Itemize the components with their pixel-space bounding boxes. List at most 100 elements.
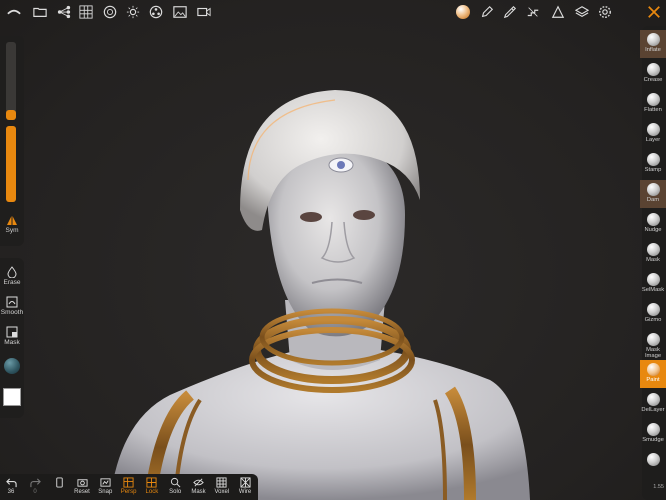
brush-icon	[646, 123, 660, 136]
brush-sliders-panel: Sym	[0, 36, 24, 246]
mask-icon	[6, 326, 18, 338]
radius-slider[interactable]	[6, 42, 16, 120]
tool-label: Gizmo	[644, 317, 662, 323]
tool-extra[interactable]	[640, 450, 666, 478]
brush-icon	[646, 423, 660, 436]
pen-icon[interactable]	[479, 4, 495, 20]
color-swatch[interactable]	[3, 388, 21, 406]
tool-label: DelLayer	[641, 407, 665, 413]
material-icon[interactable]	[148, 4, 164, 20]
bottom-tool-label: Solo	[169, 489, 182, 495]
brush-icon	[646, 183, 660, 196]
tool-dellayer[interactable]: DelLayer	[640, 390, 666, 418]
tool-selmask[interactable]: SelMask	[640, 270, 666, 298]
brush-icon	[646, 243, 660, 256]
mask-button[interactable]: Mask	[0, 326, 24, 346]
voxel-button[interactable]: Voxel	[211, 477, 233, 495]
pipette-icon[interactable]	[502, 4, 518, 20]
tool-gizmo[interactable]: Gizmo	[640, 300, 666, 328]
brush-icon	[646, 153, 660, 166]
tool-label: Mask Image	[644, 347, 662, 359]
tool-label: Nudge	[644, 227, 662, 233]
bottom-tool-label: Snap	[98, 489, 113, 495]
tool-inflate[interactable]: Inflate	[640, 30, 666, 58]
sculpt-tools-panel: Inflate Crease Flatten Layer Stamp Dam Nudge Ma…	[640, 26, 666, 500]
alpha-icon[interactable]	[550, 4, 566, 20]
lock-button[interactable]: Lock	[141, 477, 163, 495]
persp-button[interactable]: Persp	[118, 477, 140, 495]
undo-icon	[5, 478, 17, 488]
smooth-button[interactable]: Smooth	[0, 296, 24, 316]
scene-tree-icon[interactable]	[56, 4, 72, 20]
redo-count: 0	[33, 489, 37, 495]
reset-button[interactable]: Reset	[71, 477, 93, 495]
tool-label: Smudge	[642, 437, 664, 443]
symmetry-button[interactable]: Sym	[0, 214, 24, 234]
material-swatch[interactable]	[4, 358, 20, 374]
brush-icon	[646, 63, 660, 76]
symmetry-icon	[7, 215, 17, 225]
redo-button[interactable]: 0	[24, 477, 46, 495]
logo-icon[interactable]	[6, 4, 22, 20]
right-eye	[353, 210, 375, 220]
video-icon[interactable]	[196, 4, 212, 20]
erase-label: Erase	[3, 279, 21, 286]
erase-button[interactable]: Erase	[0, 266, 24, 286]
tool-crease[interactable]: Crease	[640, 60, 666, 88]
snap-button[interactable]: Snap	[94, 477, 116, 495]
drop-icon	[7, 266, 17, 278]
mask-button[interactable]: Mask	[188, 477, 210, 495]
undo-count: 36	[7, 489, 15, 495]
brush-icon	[646, 453, 660, 466]
sym-label: Sym	[5, 227, 19, 234]
tool-dam[interactable]: Dam	[640, 180, 666, 208]
wireframe-icon	[240, 477, 251, 488]
tool-smudge[interactable]: Smudge	[640, 420, 666, 448]
tool-mask-image[interactable]: Mask Image	[640, 330, 666, 359]
tool-paint[interactable]: Paint	[640, 360, 666, 388]
tool-layer[interactable]: Layer	[640, 120, 666, 148]
mesh-info-button[interactable]	[48, 477, 70, 489]
tool-flatten[interactable]: Flatten	[640, 90, 666, 118]
matcap-icon[interactable]	[455, 4, 471, 20]
sun-icon[interactable]	[125, 4, 141, 20]
globe-icon[interactable]	[102, 4, 118, 20]
tool-label: Inflate	[645, 47, 661, 53]
lock-grid-icon	[146, 477, 157, 488]
brush-icon	[646, 33, 660, 46]
folder-icon[interactable]	[32, 4, 48, 20]
sculpt-tools-icon[interactable]	[646, 4, 662, 20]
tool-label: SelMask	[641, 287, 665, 293]
grid-icon[interactable]	[78, 4, 94, 20]
wire-button[interactable]: Wire	[234, 477, 256, 495]
bottom-toolbar: 36 0 Reset Snap Persp Lock Solo Mask Voxel Wire	[0, 474, 258, 500]
bottom-tool-label: Lock	[145, 489, 159, 495]
sculpt-model[interactable]	[0, 0, 666, 500]
bottom-tool-label: Wire	[238, 489, 252, 495]
tool-nudge[interactable]: Nudge	[640, 210, 666, 238]
layers-icon[interactable]	[574, 4, 590, 20]
tool-stamp[interactable]: Stamp	[640, 150, 666, 178]
tool-label: Crease	[643, 77, 663, 83]
version-label: 1.55	[653, 484, 664, 490]
snap-icon	[100, 478, 111, 487]
phone-icon	[55, 477, 63, 488]
solo-button[interactable]: Solo	[164, 477, 186, 495]
tool-label: Flatten	[644, 107, 662, 113]
bottom-tool-label: Mask	[191, 489, 206, 495]
undo-button[interactable]: 36	[0, 477, 22, 495]
brush-icon	[646, 93, 660, 106]
brush-icon	[646, 393, 660, 406]
image-icon[interactable]	[172, 4, 188, 20]
brush-icon	[646, 303, 660, 316]
brush-icon	[646, 363, 660, 376]
quick-tools-panel: Erase Smooth Mask	[0, 258, 24, 418]
intensity-slider[interactable]	[6, 126, 16, 202]
redo-icon	[29, 478, 41, 488]
voxel-grid-icon	[216, 477, 227, 488]
settings-icon[interactable]	[597, 4, 613, 20]
tool-label: Stamp	[644, 167, 662, 173]
tool-mask[interactable]: Mask	[640, 240, 666, 268]
steps-icon[interactable]	[525, 4, 541, 20]
tool-label: Mask	[646, 257, 660, 263]
